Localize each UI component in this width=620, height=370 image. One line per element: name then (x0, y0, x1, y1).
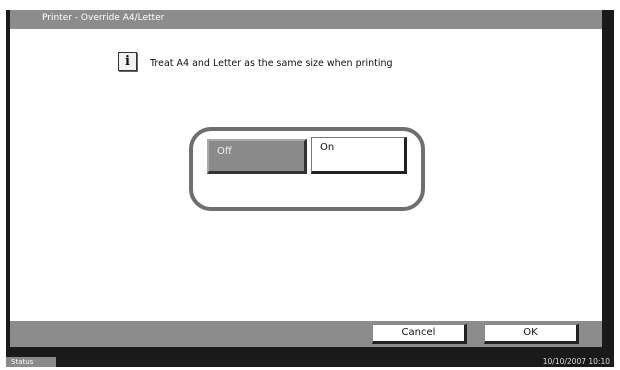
off-button-label: Off (217, 146, 232, 157)
on-button[interactable]: On (311, 137, 407, 174)
cancel-button[interactable]: Cancel (372, 324, 467, 344)
on-button-label: On (320, 142, 335, 153)
screen-edge (604, 10, 608, 52)
off-button[interactable]: Off (207, 139, 307, 174)
info-message: Treat A4 and Letter as the same size whe… (150, 58, 393, 69)
action-bar: Cancel OK (10, 321, 602, 347)
title-bar: Printer - Override A4/Letter (10, 10, 602, 29)
status-button[interactable]: Status (6, 357, 56, 367)
page-title: Printer - Override A4/Letter (42, 13, 165, 23)
info-icon: i (118, 52, 137, 71)
date-time: 10/10/2007 10:10 (542, 357, 610, 366)
status-strip: Status 10/10/2007 10:10 (6, 357, 614, 367)
ok-button[interactable]: OK (484, 324, 579, 344)
